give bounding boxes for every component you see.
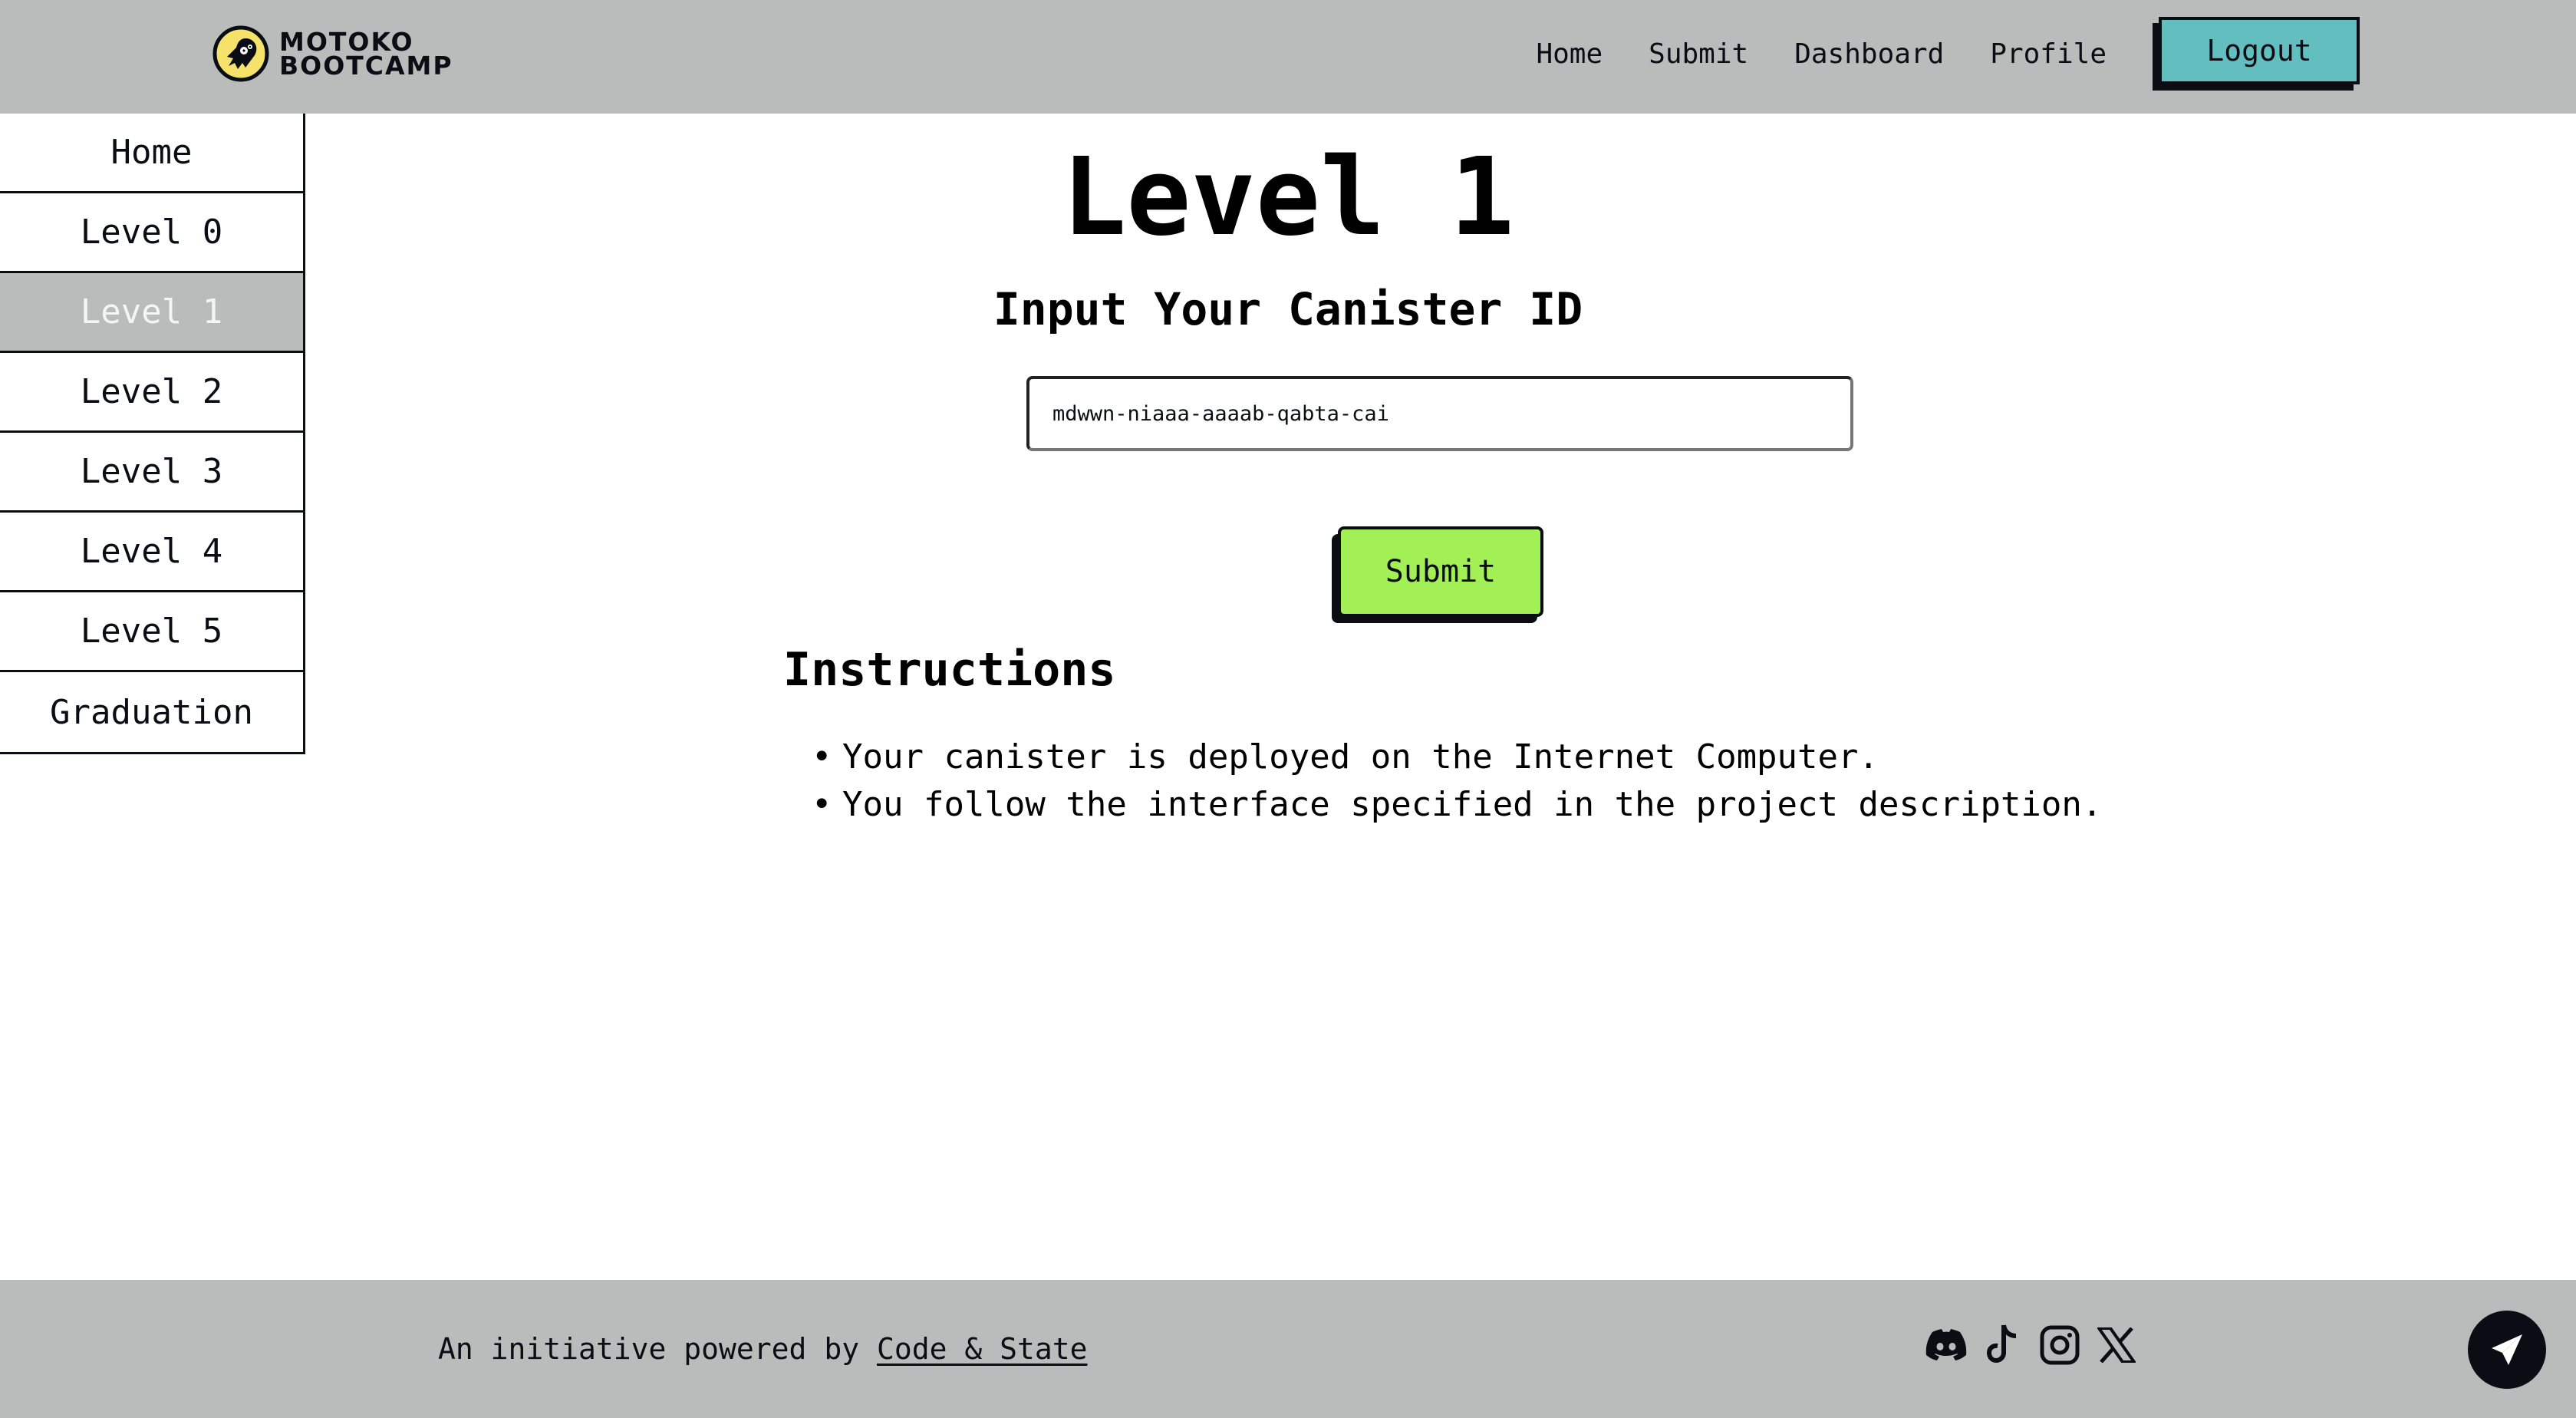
brand-name-line2: BOOTCAMP — [279, 51, 453, 81]
logout-button[interactable]: Logout — [2159, 17, 2360, 84]
nav-link-home[interactable]: Home — [1536, 38, 1603, 70]
discord-icon — [1925, 1329, 1967, 1360]
sidebar-item-graduation[interactable]: Graduation — [0, 672, 303, 752]
bullet-icon: • — [812, 785, 832, 824]
instruction-text: Your canister is deployed on the Interne… — [842, 737, 1879, 777]
x-link[interactable] — [2094, 1323, 2139, 1367]
nav-link-dashboard[interactable]: Dashboard — [1794, 38, 1944, 70]
bullet-icon: • — [812, 737, 832, 777]
page-title: Level 1 — [1061, 135, 1514, 260]
instagram-link[interactable] — [2037, 1323, 2082, 1367]
instructions-heading: Instructions — [783, 643, 1116, 697]
top-header: MOTOKO BOOTCAMP Home Submit Dashboard Pr… — [0, 0, 2576, 114]
sidebar-item-level-3[interactable]: Level 3 — [0, 433, 303, 513]
nav-link-profile[interactable]: Profile — [1990, 38, 2107, 70]
ghost-logo-icon — [212, 25, 269, 82]
social-links — [1924, 1323, 2151, 1367]
canister-id-input[interactable] — [1026, 376, 1853, 451]
code-and-state-link[interactable]: Code & State — [877, 1332, 1088, 1366]
sidebar-item-level-5[interactable]: Level 5 — [0, 592, 303, 672]
send-message-button[interactable] — [2468, 1311, 2546, 1389]
sidebar-item-level-4[interactable]: Level 4 — [0, 513, 303, 592]
logout-button-wrapper: Logout — [2153, 17, 2360, 91]
x-icon — [2097, 1327, 2136, 1363]
submit-button-wrapper: Submit — [1332, 526, 1545, 623]
discord-link[interactable] — [1924, 1323, 1968, 1367]
footer-credit-prefix: An initiative powered by — [438, 1332, 877, 1366]
brand-logo[interactable]: MOTOKO BOOTCAMP — [212, 23, 453, 84]
tiktok-link[interactable] — [1981, 1323, 2025, 1367]
tiktok-icon — [1986, 1324, 2017, 1364]
top-nav: Home Submit Dashboard Profile Logout — [1536, 17, 2360, 91]
instagram-icon — [2040, 1325, 2080, 1365]
instructions-list: • Your canister is deployed on the Inter… — [812, 734, 2102, 829]
sidebar-item-level-2[interactable]: Level 2 — [0, 353, 303, 433]
page-footer: An initiative powered by Code & State — [0, 1280, 2576, 1418]
instruction-item: • You follow the interface specified in … — [812, 781, 2102, 829]
instruction-text: You follow the interface specified in th… — [842, 785, 2103, 824]
instruction-item: • Your canister is deployed on the Inter… — [812, 734, 2102, 781]
canister-prompt: Input Your Canister ID — [993, 283, 1583, 335]
nav-link-submit[interactable]: Submit — [1649, 38, 1748, 70]
brand-name: MOTOKO BOOTCAMP — [279, 29, 453, 81]
send-icon — [2492, 1334, 2522, 1365]
footer-credit: An initiative powered by Code & State — [438, 1329, 1088, 1369]
submit-button[interactable]: Submit — [1338, 526, 1543, 617]
